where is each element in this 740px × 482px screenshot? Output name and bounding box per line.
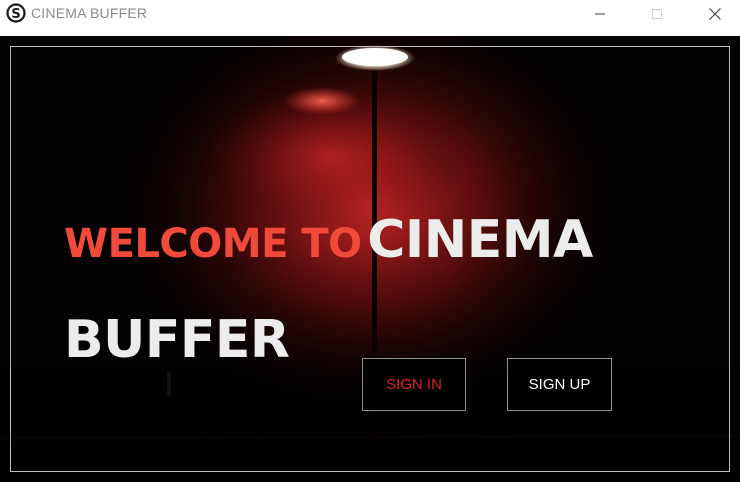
close-icon [709, 7, 721, 20]
maximize-button[interactable] [634, 0, 680, 27]
title-bar: S CINEMA BUFFER [0, 0, 740, 27]
cinema-buffer-logo-icon: S [6, 3, 26, 23]
sign-in-button[interactable]: SIGN IN [362, 358, 466, 411]
window-title: CINEMA BUFFER [31, 5, 148, 21]
headline-welcome-to: WELCOME TO [64, 221, 362, 267]
sign-up-button[interactable]: SIGN UP [507, 358, 612, 411]
svg-text:S: S [11, 7, 20, 22]
minimize-icon [595, 13, 605, 14]
app-window: S CINEMA BUFFER WELCOME TO CINEMA BUFFER… [0, 0, 740, 482]
headline-cinema: CINEMA [367, 210, 593, 270]
maximize-icon [652, 8, 662, 19]
close-button[interactable] [692, 0, 738, 27]
minimize-button[interactable] [577, 0, 623, 27]
welcome-screen: WELCOME TO CINEMA BUFFER SIGN IN SIGN UP [0, 36, 740, 482]
headline-buffer: BUFFER [64, 310, 290, 370]
